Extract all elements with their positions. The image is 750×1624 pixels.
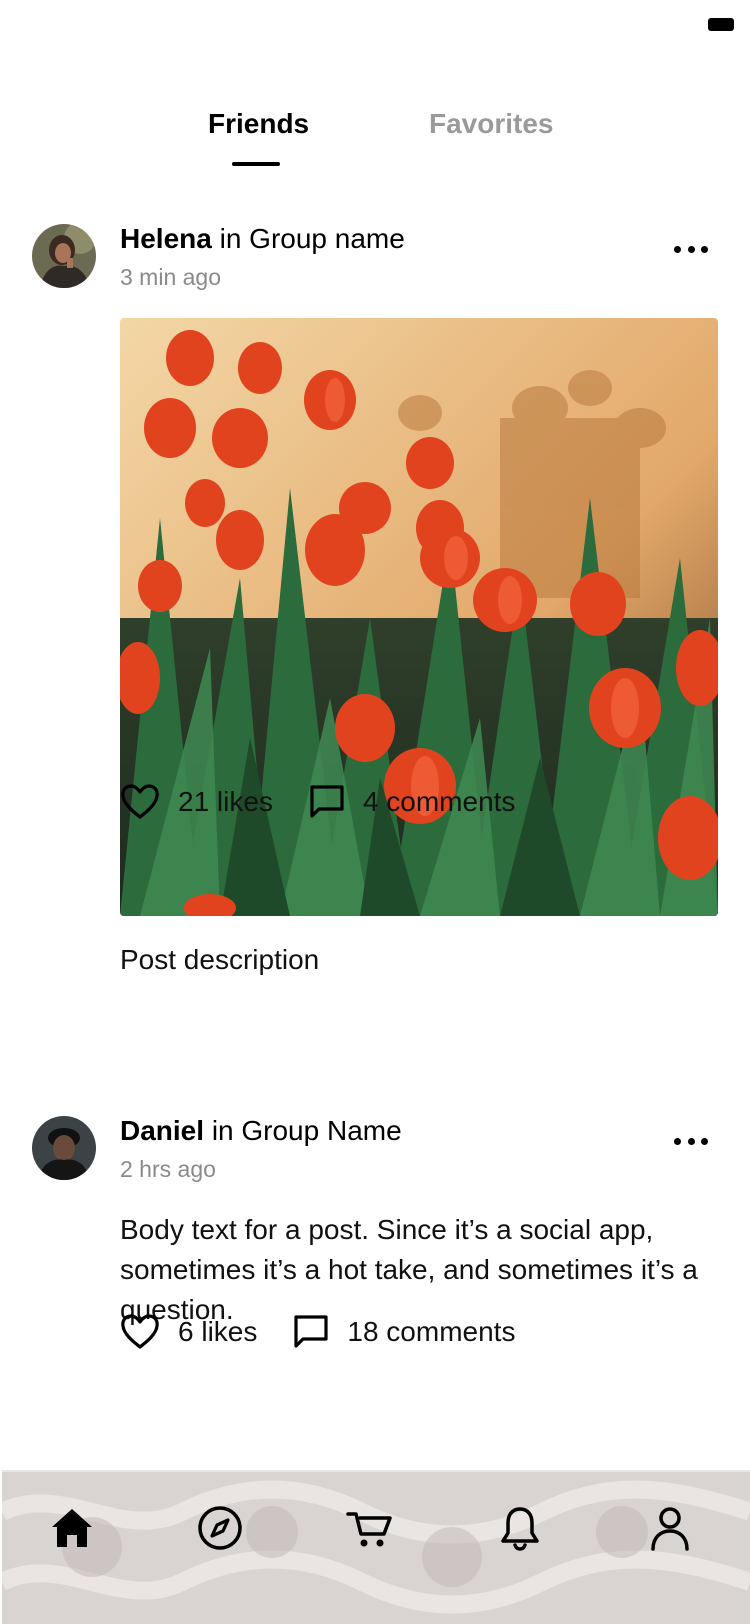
bottom-navigation bbox=[2, 1470, 750, 1624]
dot bbox=[701, 245, 708, 253]
heart-icon bbox=[121, 1314, 159, 1349]
more-options-button[interactable] bbox=[674, 242, 708, 256]
author-name[interactable]: Helena bbox=[120, 223, 212, 254]
post-actions: 21 likes 4 comments bbox=[120, 782, 515, 822]
tab-friends[interactable]: Friends bbox=[208, 108, 309, 140]
profile-icon bbox=[651, 1507, 689, 1551]
group-name[interactable]: in Group name bbox=[220, 223, 405, 254]
author-name[interactable]: Daniel bbox=[120, 1115, 204, 1146]
group-name[interactable]: in Group Name bbox=[212, 1115, 402, 1146]
home-icon bbox=[52, 1509, 92, 1547]
dot bbox=[674, 245, 681, 253]
post-actions: 6 likes 18 comments bbox=[120, 1312, 515, 1352]
dot bbox=[687, 1137, 695, 1145]
comment-button[interactable]: 18 comments bbox=[293, 1314, 515, 1350]
comment-icon bbox=[310, 785, 344, 818]
nav-home-button[interactable] bbox=[44, 1500, 100, 1556]
nav-explore-button[interactable] bbox=[192, 1500, 248, 1556]
post-header: Daniel in Group Name bbox=[120, 1114, 402, 1148]
dot bbox=[674, 1137, 681, 1145]
comment-count: 4 comments bbox=[362, 786, 516, 817]
comment-icon bbox=[294, 1315, 328, 1348]
tab-favorites[interactable]: Favorites bbox=[429, 108, 554, 140]
dot bbox=[687, 245, 695, 253]
nav-profile-button[interactable] bbox=[642, 1500, 698, 1556]
comment-count: 18 comments bbox=[347, 1316, 516, 1347]
status-bar bbox=[0, 0, 750, 60]
avatar[interactable] bbox=[32, 224, 96, 288]
post-header: Helena in Group name bbox=[120, 222, 405, 256]
nav-notifications-button[interactable] bbox=[492, 1500, 548, 1556]
nav-cart-button[interactable] bbox=[342, 1500, 398, 1556]
dot bbox=[701, 1137, 708, 1145]
like-button[interactable]: 6 likes bbox=[120, 1314, 257, 1350]
post-timestamp: 2 hrs ago bbox=[120, 1156, 216, 1182]
like-count: 6 likes bbox=[178, 1316, 258, 1347]
post-timestamp: 3 min ago bbox=[120, 264, 222, 290]
feed-tabs: Friends Favorites bbox=[0, 108, 750, 168]
compass-icon bbox=[198, 1506, 242, 1550]
active-tab-indicator bbox=[232, 162, 280, 166]
battery-icon bbox=[708, 18, 734, 31]
more-options-button[interactable] bbox=[674, 1134, 708, 1148]
post-description: Post description bbox=[120, 944, 320, 975]
heart-icon bbox=[121, 784, 159, 819]
cart-icon bbox=[346, 1512, 392, 1547]
avatar[interactable] bbox=[32, 1116, 96, 1180]
like-count: 21 likes bbox=[178, 786, 273, 817]
like-button[interactable]: 21 likes bbox=[120, 784, 273, 820]
bell-icon bbox=[501, 1507, 539, 1551]
comment-button[interactable]: 4 comments bbox=[309, 784, 516, 820]
post-image[interactable] bbox=[120, 318, 718, 916]
